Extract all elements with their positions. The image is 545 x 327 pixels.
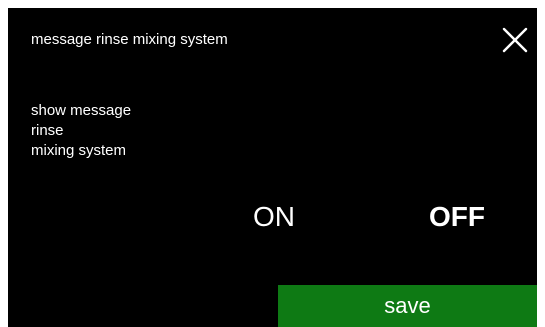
option-on-button[interactable]: ON: [253, 200, 295, 234]
save-button[interactable]: save: [278, 285, 537, 327]
close-button[interactable]: [502, 27, 528, 53]
option-off-button[interactable]: OFF: [429, 200, 485, 234]
description-line: mixing system: [31, 142, 127, 159]
settings-screen: message rinse mixing system show message…: [8, 8, 537, 327]
page-title: message rinse mixing system: [31, 31, 228, 48]
description-line: show message: [31, 102, 132, 119]
close-icon: [502, 27, 528, 53]
description-line: rinse: [31, 122, 64, 139]
setting-description: show message rinse mixing system: [31, 101, 131, 161]
